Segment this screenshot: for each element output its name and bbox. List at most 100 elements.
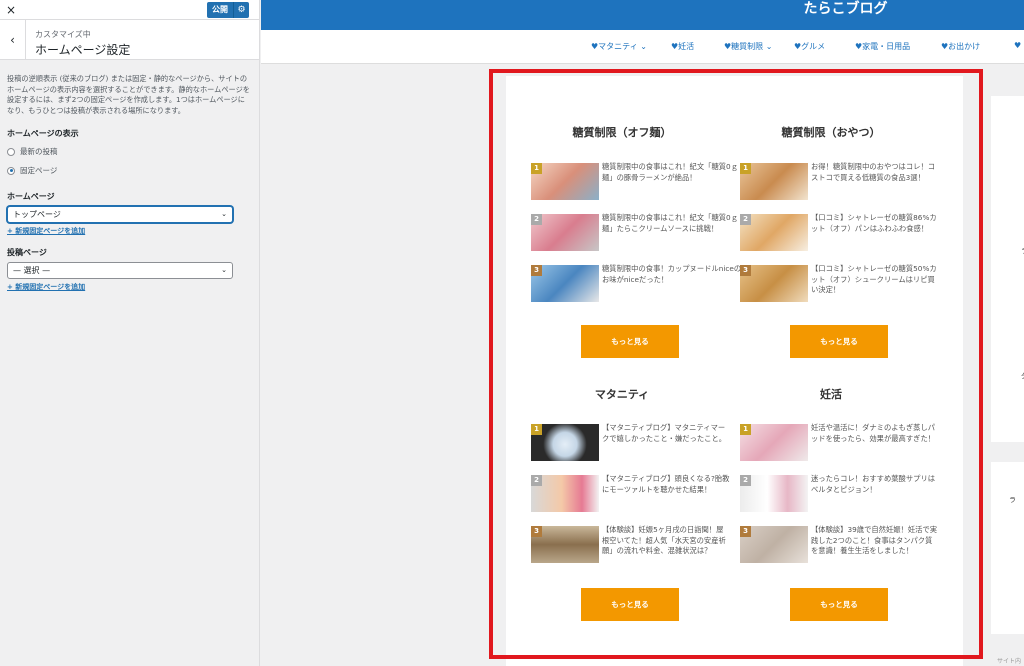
site-title[interactable]: たらこブログ [261,0,1024,18]
radio-label: 固定ページ [20,166,58,175]
more-button[interactable]: もっと見る [581,325,679,358]
homepage-select[interactable]: トップページ ⌄ [7,206,233,223]
post-thumbnail[interactable]: 2 [531,214,599,251]
site-nav: ♥マタニティ ⌄ ♥妊活 ♥糖質制限 ⌄ ♥グルメ ♥家電・日用品 ♥お出かけ … [261,30,1024,64]
post-thumbnail[interactable]: 1 [740,163,808,200]
post-thumbnail[interactable]: 3 [740,265,808,302]
post-thumbnail[interactable]: 1 [740,424,808,461]
post-title[interactable]: 【マタニティブログ】マタニティマークで嬉しかったこと・嫌だったこと。 [602,423,730,444]
list-item[interactable]: 1 お得！糖質制限中のおやつはコレ！コストコで買える低糖質の食品3選！ [740,162,935,201]
post-title[interactable]: 糖質制限中の食事はこれ！紀文「糖質0ｇ麺」たらこクリームソースに挑戦！ [602,213,744,234]
post-thumbnail[interactable]: 3 [740,526,808,563]
nav-item-outing[interactable]: ♥お出かけ [941,41,980,52]
sidebar-footer-text: サイト内 [997,658,1022,665]
category-section: 糖質制限（オフ麺） 1 糖質制限中の食事はこれ！紀文「糖質0ｇ麺」の豚骨ラーメン… [531,124,741,302]
site-preview: たらこブログ ♥マタニティ ⌄ ♥妊活 ♥糖質制限 ⌄ ♥グルメ ♥家電・日用品… [261,0,1024,666]
radio-label: 最新の投稿 [20,147,58,156]
nav-item-ninkatsu[interactable]: ♥妊活 [671,41,694,52]
nav-item-gourmet[interactable]: ♥グルメ [794,41,825,52]
post-thumbnail[interactable]: 2 [531,475,599,512]
breadcrumb: カスタマイズ中 [35,30,91,39]
nav-item-low-carb[interactable]: ♥糖質制限 ⌄ [724,41,772,52]
site-header: たらこブログ [261,0,1024,30]
rank-badge: 1 [531,424,542,435]
homepage-select-value: トップページ [13,210,61,219]
category-section: 妊活 1 妊活や温活に！ダナミのよもぎ蒸しパッドを使ったら、効果が最高すぎた！ … [740,386,937,563]
post-thumbnail[interactable]: 1 [531,424,599,461]
add-new-page-link[interactable]: + 新規固定ページを追加 [7,226,251,236]
rank-badge: 1 [740,424,751,435]
rank-badge: 3 [740,526,751,537]
list-item[interactable]: 3 【口コミ】シャトレーゼの糖質50%カット（オフ）シュークリームはリピ買い決定… [740,264,937,303]
rank-badge: 3 [531,265,542,276]
post-title[interactable]: 【マタニティブログ】頭良くなる?胎教にモーツァルトを聴かせた結果！ [602,474,730,495]
section-title: ホームページ設定 [35,43,131,57]
close-icon[interactable]: × [6,3,16,17]
post-title[interactable]: 【体験談】妊娠5ヶ月戌の日詣聞！屋根空いてた！超人気「水天宮の安産祈願」の流れや… [602,525,730,557]
category-ranking-card: 糖質制限（オフ麺） 1 糖質制限中の食事はこれ！紀文「糖質0ｇ麺」の豚骨ラーメン… [506,76,963,666]
more-button[interactable]: もっと見る [790,588,888,621]
sidebar-widget-mark: ラ [1009,496,1016,504]
post-title[interactable]: 糖質制限中の食事はこれ！紀文「糖質0ｇ麺」の豚骨ラーメンが絶品！ [602,162,744,183]
category-section: マタニティ 1 【マタニティブログ】マタニティマークで嬉しかったこと・嫌だったこ… [531,386,729,563]
list-item[interactable]: 3 【体験談】妊娠5ヶ月戌の日詣聞！屋根空いてた！超人気「水天宮の安産祈願」の流… [531,525,726,564]
posts-page-select[interactable]: — 選択 — ⌄ [7,262,233,279]
nav-item-appliances[interactable]: ♥家電・日用品 [855,41,910,52]
gear-icon[interactable]: ⚙ [233,2,249,18]
post-title[interactable]: 【体験談】39歳で自然妊娠！妊活で実践した2つのこと！食事はタンパク質を意識！養… [811,525,939,557]
customizer-topbar: × 公開 ⚙ [0,0,259,20]
more-button[interactable]: もっと見る [581,588,679,621]
rank-badge: 3 [531,526,542,537]
post-thumbnail[interactable]: 3 [531,265,599,302]
post-title[interactable]: 【口コミ】シャトレーゼの糖質86%カット（オフ）パンはふわふわ食感！ [811,213,939,234]
post-title[interactable]: 糖質制限中の食事！カップヌードルniceのお味がniceだった！ [602,264,744,285]
category-section: 糖質制限（おやつ） 1 お得！糖質制限中のおやつはコレ！コストコで買える低糖質の… [740,124,937,302]
chevron-down-icon: ⌄ [221,266,227,274]
section-title: 糖質制限（おやつ） [781,126,881,139]
sidebar-widget-card: ラ [991,462,1024,634]
post-thumbnail[interactable]: 3 [531,526,599,563]
rank-badge: 1 [740,163,751,174]
radio-button-checked[interactable] [7,166,15,175]
post-title[interactable]: お得！糖質制限中のおやつはコレ！コストコで買える低糖質の食品3選！ [811,162,939,183]
more-button[interactable]: もっと見る [790,325,888,358]
rank-badge: 3 [740,265,751,276]
rank-badge: 1 [531,163,542,174]
list-item[interactable]: 2 【口コミ】シャトレーゼの糖質86%カット（オフ）パンはふわふわ食感！ [740,213,937,252]
nav-item-more[interactable]: ♥ [1014,41,1021,50]
post-thumbnail[interactable]: 2 [740,214,808,251]
add-new-page-link[interactable]: + 新規固定ページを追加 [7,282,251,292]
list-item[interactable]: 3 【体験談】39歳で自然妊娠！妊活で実践した2つのこと！食事はタンパク質を意識… [740,525,937,564]
customizer-sidebar: × 公開 ⚙ ‹ カスタマイズ中 ホームページ設定 投稿の逆順表示 (従来のブロ… [0,0,260,666]
radio-latest-posts[interactable]: 最新の投稿 [7,146,251,157]
sidebar-widget-card: ラ ダ [991,96,1024,442]
post-thumbnail[interactable]: 2 [740,475,808,512]
homepage-settings-panel: 投稿の逆順表示 (従来のブログ) または固定・静的なページから、サイトのホームペ… [0,60,259,292]
list-item[interactable]: 1 妊活や温活に！ダナミのよもぎ蒸しパッドを使ったら、効果が最高すぎた！ [740,423,935,462]
list-item[interactable]: 1 糖質制限中の食事はこれ！紀文「糖質0ｇ麺」の豚骨ラーメンが絶品！ [531,162,738,201]
post-title[interactable]: 迷ったらコレ！おすすめ葉酸サプリはベルタとピジョン！ [811,474,939,495]
posts-page-label: 投稿ページ [7,248,47,257]
post-thumbnail[interactable]: 1 [531,163,599,200]
chevron-down-icon: ⌄ [221,210,227,218]
list-item[interactable]: 2 【マタニティブログ】頭良くなる?胎教にモーツァルトを聴かせた結果！ [531,474,729,513]
posts-select-value: — 選択 — [13,266,51,275]
list-item[interactable]: 1 【マタニティブログ】マタニティマークで嬉しかったこと・嫌だったこと。 [531,423,726,462]
homepage-label: ホームページ [7,192,55,201]
post-title[interactable]: 【口コミ】シャトレーゼの糖質50%カット（オフ）シュークリームはリピ買い決定！ [811,264,939,296]
list-item[interactable]: 3 糖質制限中の食事！カップヌードルniceのお味がniceだった！ [531,264,741,303]
back-arrow-icon[interactable]: ‹ [0,20,26,60]
nav-item-maternity[interactable]: ♥マタニティ ⌄ [591,41,647,52]
publish-button[interactable]: 公開 [207,2,233,18]
rank-badge: 2 [531,475,542,486]
radio-button[interactable] [7,147,15,156]
homepage-display-label: ホームページの表示 [7,129,79,138]
radio-static-page[interactable]: 固定ページ [7,165,251,176]
rank-badge: 2 [740,475,751,486]
list-item[interactable]: 2 糖質制限中の食事はこれ！紀文「糖質0ｇ麺」たらこクリームソースに挑戦！ [531,213,738,252]
post-title[interactable]: 妊活や温活に！ダナミのよもぎ蒸しパッドを使ったら、効果が最高すぎた！ [811,423,939,444]
description-text: 投稿の逆順表示 (従来のブログ) または固定・静的なページから、サイトのホームペ… [7,74,250,115]
list-item[interactable]: 2 迷ったらコレ！おすすめ葉酸サプリはベルタとピジョン！ [740,474,935,513]
section-title: 妊活 [820,388,842,401]
section-header: ‹ カスタマイズ中 ホームページ設定 [0,20,259,60]
